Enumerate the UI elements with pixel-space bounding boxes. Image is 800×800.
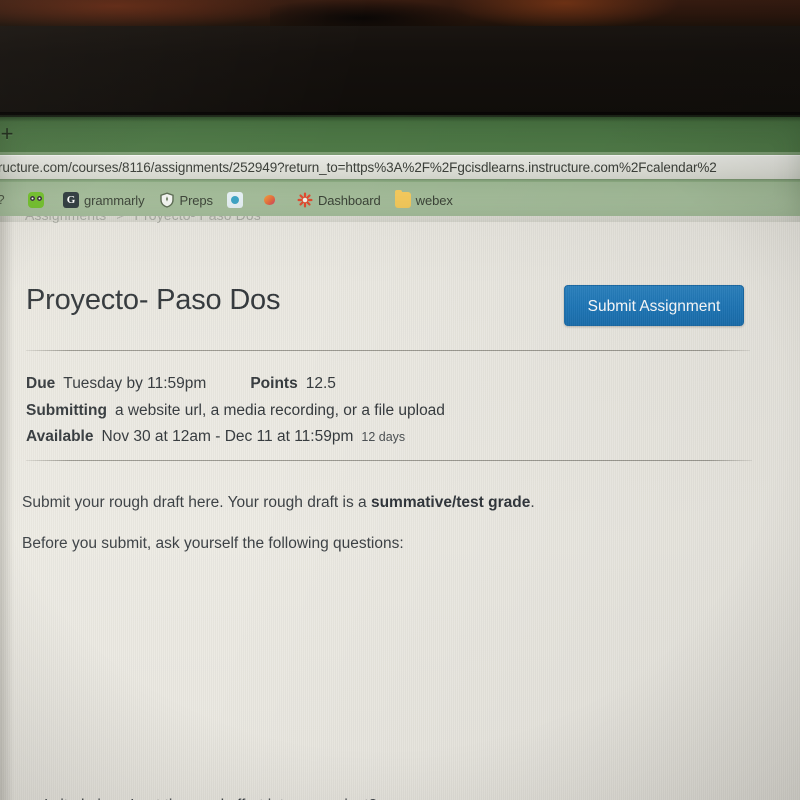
divider-under-title: [26, 350, 750, 351]
address-bar[interactable]: ructure.com/courses/8116/assignments/252…: [0, 155, 800, 179]
meta-row-due: Due Tuesday by 11:59pm Points 12.5: [26, 371, 445, 398]
meta-row-submitting: Submitting a website url, a media recordi…: [26, 398, 445, 425]
bookmark-item[interactable]: ?: [0, 188, 21, 212]
available-value: Nov 30 at 12am - Dec 11 at 11:59pm: [101, 428, 354, 445]
bookmark-item-grammarly[interactable]: G grammarly: [56, 188, 152, 212]
new-tab-button[interactable]: +: [0, 121, 20, 147]
url-text[interactable]: ructure.com/courses/8116/assignments/252…: [0, 157, 717, 178]
points-label: Points: [250, 375, 298, 392]
folder-icon: [394, 190, 411, 208]
breadcrumb-course[interactable]: Assignments: [25, 216, 106, 223]
description-paragraph-1: Submit your rough draft here. Your rough…: [22, 492, 772, 514]
available-label: Available: [26, 428, 94, 445]
bookmark-item-duolingo[interactable]: [21, 188, 56, 212]
meta-row-available: Available Nov 30 at 12am - Dec 11 at 11:5…: [26, 424, 445, 451]
breadcrumb[interactable]: Assignments > Proyecto- Paso Dos: [25, 216, 261, 223]
assignment-description: Submit your rough draft here. Your rough…: [22, 492, 772, 574]
submitting-label: Submitting: [26, 401, 107, 419]
shield-icon: [159, 192, 175, 208]
bookmark-item-dashboard[interactable]: Dashboard: [290, 188, 388, 212]
description-paragraph-2: Before you submit, ask yourself the foll…: [22, 535, 404, 552]
submitting-value: a website url, a media recording, or a f…: [114, 401, 445, 419]
duolingo-owl-icon: [28, 192, 44, 208]
assignment-checklist: Is it obvious I put time and effort into…: [22, 791, 800, 800]
due-label: Due: [26, 375, 56, 392]
breadcrumb-current: Proyecto- Paso Dos: [135, 216, 261, 223]
list-item: Is it obvious I put time and effort into…: [44, 791, 800, 800]
p1-text-b: .: [530, 494, 535, 511]
screenshot-root: + ructure.com/courses/8116/assignments/2…: [0, 0, 800, 800]
bookmark-label: webex: [415, 192, 453, 208]
due-value: Tuesday by 11:59pm: [63, 375, 207, 392]
bookmarks-bar: ? G grammarly Preps: [0, 182, 800, 218]
bookmark-item-webex[interactable]: webex: [388, 188, 460, 212]
bookmark-label: grammarly: [84, 192, 145, 208]
page-title: Proyecto- Paso Dos: [26, 284, 281, 316]
assignment-meta: Due Tuesday by 11:59pm Points 12.5 Submitti…: [26, 371, 445, 451]
bookmark-label: Dashboard: [317, 192, 381, 208]
p1-bold: summative/test grade: [370, 494, 531, 511]
page-left-shading: [0, 216, 14, 800]
bookmark-item-blob[interactable]: [255, 188, 290, 212]
bookmark-item-preps[interactable]: Preps: [152, 188, 220, 212]
blue-circle-icon: [226, 192, 243, 208]
available-duration: 12 days: [361, 430, 406, 444]
points-value: 12.5: [305, 375, 336, 392]
canvas-asterisk-icon: [297, 192, 313, 208]
orange-blob-icon: [262, 192, 278, 208]
canvas-assignment-page: Assignments > Proyecto- Paso Dos Proyect…: [0, 216, 800, 800]
submit-assignment-button[interactable]: Submit Assignment: [564, 285, 744, 326]
breadcrumb-separator: >: [110, 216, 130, 223]
grammarly-icon: G: [63, 192, 79, 208]
p1-text-a: Submit your rough draft here. Your rough…: [22, 494, 371, 511]
browser-tab-strip: +: [0, 117, 800, 152]
question-mark-icon: ?: [0, 192, 9, 208]
bookmark-label: Preps: [179, 192, 214, 208]
browser-toolbar: ructure.com/courses/8116/assignments/252…: [0, 152, 800, 182]
monitor-bezel: [0, 26, 800, 118]
bookmark-item-blue[interactable]: [220, 188, 255, 212]
divider-under-meta: [26, 460, 752, 461]
